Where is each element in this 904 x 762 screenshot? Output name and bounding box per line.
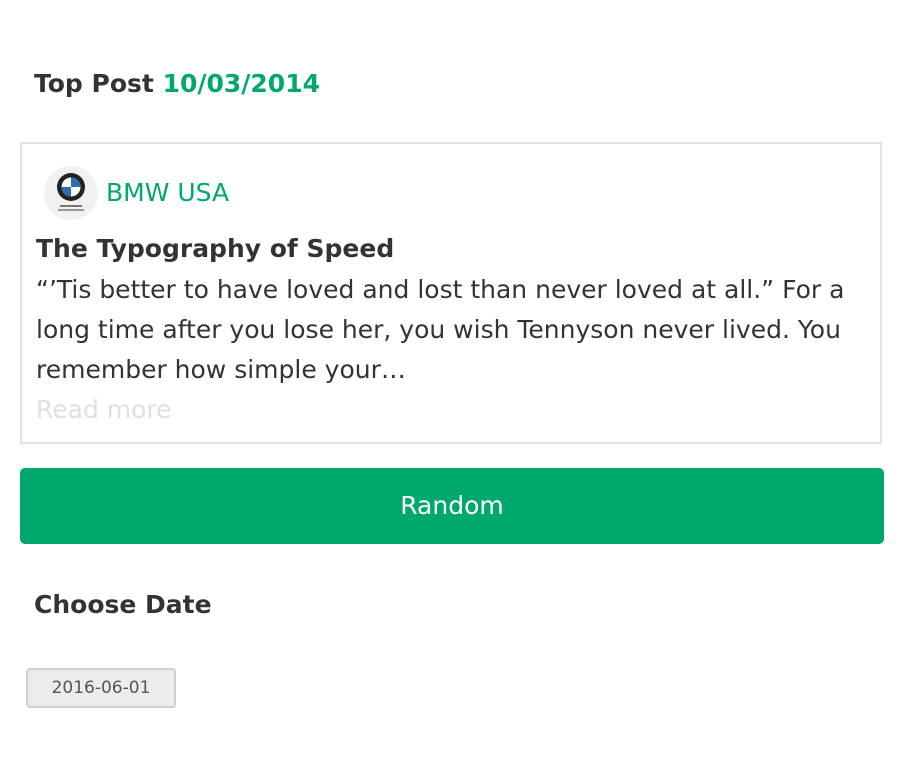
read-more-link[interactable]: Read more (36, 390, 172, 430)
choose-date-heading: Choose Date (34, 590, 212, 619)
bmw-logo-icon[interactable] (44, 166, 98, 220)
post-title[interactable]: The Typography of Speed (36, 232, 394, 266)
author-row[interactable]: BMW USA (44, 166, 229, 220)
top-post-date: 10/03/2014 (162, 69, 320, 98)
post-card: BMW USA The Typography of Speed “’Tis be… (20, 142, 882, 444)
author-name[interactable]: BMW USA (106, 178, 229, 208)
page: Top Post 10/03/2014 BMW USA The Typograp… (0, 0, 904, 762)
post-excerpt: “’Tis better to have loved and lost than… (36, 275, 845, 384)
top-post-label: Top Post (34, 69, 154, 98)
random-button[interactable]: Random (20, 468, 884, 544)
top-post-heading: Top Post 10/03/2014 (34, 66, 320, 102)
date-input[interactable] (26, 668, 176, 708)
